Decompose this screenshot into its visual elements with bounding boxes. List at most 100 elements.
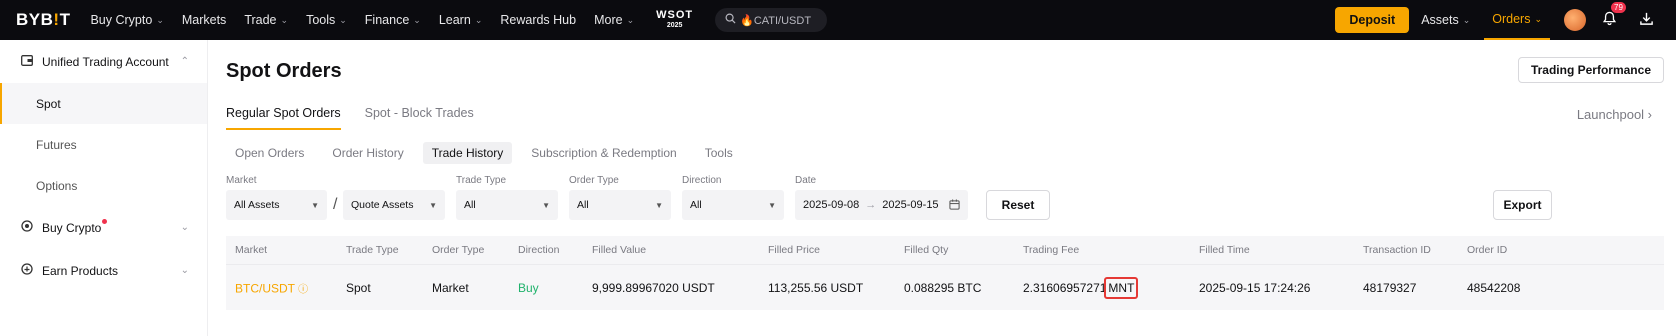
column-header-direction: Direction — [518, 244, 560, 256]
reset-button[interactable]: Reset — [986, 190, 1050, 220]
column-header-filled-time: Filled Time — [1199, 244, 1250, 256]
sidebar-item-options[interactable]: Options — [0, 165, 207, 206]
select-value: All — [690, 199, 702, 211]
nav-label: Buy Crypto — [90, 13, 153, 27]
date-range-arrow: → — [865, 199, 877, 211]
sidebar-item-futures[interactable]: Futures — [0, 124, 207, 165]
direction-label: Direction — [682, 175, 722, 186]
nav-label: More — [594, 13, 623, 27]
select-value: Quote Assets — [351, 199, 414, 211]
nav-markets[interactable]: Markets — [182, 13, 226, 27]
caret-down-icon: ▼ — [768, 200, 776, 210]
fee-amount: 2.31606957271 — [1023, 280, 1107, 295]
nav-label: Markets — [181, 13, 227, 27]
bybit-logo[interactable]: BYB! T — [16, 10, 70, 30]
column-header-filled-qty: Filled Qty — [904, 244, 949, 256]
chevron-down-icon: ⌄ — [339, 14, 347, 25]
subtab-order-history[interactable]: Order History — [323, 142, 412, 164]
info-circle-icon: ⓘ — [298, 284, 309, 295]
trade-history-table: Market Trade Type Order Type Direction F… — [226, 236, 1664, 310]
deposit-button[interactable]: Deposit — [1335, 7, 1410, 33]
fee-currency-highlight: MNT — [1104, 276, 1139, 299]
date-range-picker[interactable]: 2025-09-08 → 2025-09-15 — [795, 190, 968, 220]
caret-down-icon: ▼ — [429, 200, 437, 210]
filled-price-cell: 113,255.56 USDT — [768, 280, 864, 295]
nav-more[interactable]: More ⌄ — [594, 13, 634, 27]
chevron-down-icon: ⌄ — [474, 14, 483, 25]
orders-menu[interactable]: Orders ⌄ — [1484, 0, 1550, 40]
chevron-down-icon: ⌄ — [280, 14, 289, 25]
nav-label: Learn — [438, 13, 471, 27]
subtab-open-orders[interactable]: Open Orders — [226, 142, 313, 164]
wsot-2025-logo[interactable]: WSOT 2025 — [656, 9, 693, 30]
order-type-label: Order Type — [569, 175, 619, 186]
nav-buy-crypto[interactable]: Buy Crypto ⌄ — [90, 13, 163, 27]
page-title: Spot Orders — [226, 60, 342, 82]
top-navigation-bar: BYB! T Buy Crypto ⌄ Markets Trade ⌄ Tools ⌄ … — [0, 0, 1676, 40]
sidebar-item-buy-crypto[interactable]: Buy Crypto ⌄ — [0, 206, 207, 249]
launchpool-link[interactable]: Launchpool › — [1577, 107, 1652, 122]
tab-spot-block-trades[interactable]: Spot - Block Trades — [365, 106, 474, 130]
nav-label: Tools — [306, 13, 336, 27]
nav-learn[interactable]: Learn ⌄ — [439, 13, 483, 27]
trade-type-select[interactable]: All ▼ — [456, 190, 558, 220]
bell-icon[interactable]: 79 — [1602, 1, 1626, 30]
order-type-cell: Market — [432, 280, 469, 295]
column-header-market: Market — [235, 244, 268, 256]
calendar-icon — [949, 198, 960, 212]
column-header-trading-fee: Trading Fee — [1023, 244, 1080, 256]
coin-icon — [20, 220, 34, 235]
trade-type-cell: Spot — [346, 280, 371, 295]
quote-asset-select[interactable]: Quote Assets ▼ — [343, 190, 445, 220]
search-input[interactable]: 🔥CATI/USDT — [715, 8, 828, 32]
subtab-subscription-redemption[interactable]: Subscription & Redemption — [522, 142, 685, 164]
assets-menu[interactable]: Assets ⌄ — [1421, 13, 1470, 27]
pair-separator: / — [333, 196, 338, 213]
caret-down-icon: ▼ — [655, 200, 663, 210]
filter-bar: Market All Assets ▼ / Quote Assets ▼ Trade… — [226, 175, 1664, 223]
order-tabs: Regular Spot Orders Spot - Block Trades — [226, 106, 474, 130]
sidebar-item-unified-trading-account[interactable]: Unified Trading Account ⌃ — [0, 40, 207, 83]
nav-finance[interactable]: Finance ⌄ — [365, 13, 421, 27]
download-icon[interactable] — [1639, 11, 1654, 30]
date-to: 2025-09-15 — [882, 199, 939, 211]
market-pair-link[interactable]: BTC/USDT ⓘ — [235, 280, 308, 295]
caret-down-icon: ▼ — [542, 200, 550, 210]
select-value: All — [464, 199, 476, 211]
market-pair-text: BTC/USDT — [235, 281, 295, 295]
trading-performance-button[interactable]: Trading Performance — [1517, 57, 1664, 83]
sidebar: Unified Trading Account ⌃ Spot Futures O… — [0, 40, 208, 336]
avatar[interactable] — [1564, 9, 1586, 31]
sidebar-item-earn-products[interactable]: Earn Products ⌄ — [0, 249, 207, 292]
direction-select[interactable]: All ▼ — [682, 190, 784, 220]
base-asset-select[interactable]: All Assets ▼ — [226, 190, 327, 220]
nav-label: Trade — [244, 13, 277, 27]
column-header-trade-type: Trade Type — [346, 244, 399, 256]
column-header-filled-price: Filled Price — [768, 244, 820, 256]
tab-regular-spot-orders[interactable]: Regular Spot Orders — [226, 106, 341, 130]
chevron-down-icon: ⌄ — [180, 222, 189, 233]
transaction-id-cell: 48179327 — [1363, 280, 1417, 295]
chevron-down-icon: ⌄ — [180, 265, 189, 276]
logo-text-left: BYB — [16, 10, 54, 29]
logo-text-right: T — [59, 10, 71, 29]
filled-time-cell: 2025-09-15 17:24:26 — [1199, 280, 1311, 295]
order-type-select[interactable]: All ▼ — [569, 190, 671, 220]
nav-trade[interactable]: Trade ⌄ — [244, 13, 288, 27]
select-value: All Assets — [234, 199, 280, 211]
notification-badge: 79 — [1611, 1, 1626, 13]
subtab-trade-history[interactable]: Trade History — [422, 142, 513, 164]
direction-cell: Buy — [518, 280, 539, 295]
export-button[interactable]: Export — [1493, 190, 1552, 220]
table-row[interactable]: BTC/USDT ⓘ Spot Market Buy 9,999.8996702… — [226, 264, 1664, 310]
nav-tools[interactable]: Tools ⌄ — [306, 13, 347, 27]
chevron-down-icon: ⌄ — [413, 14, 421, 25]
market-filter-label: Market — [226, 175, 257, 186]
subtab-tools[interactable]: Tools — [696, 142, 742, 164]
sidebar-item-spot[interactable]: Spot — [0, 83, 207, 124]
trade-type-label: Trade Type — [456, 175, 507, 186]
wallet-icon — [20, 54, 34, 69]
column-header-transaction-id: Transaction ID — [1363, 244, 1431, 256]
nav-rewards-hub[interactable]: Rewards Hub — [500, 13, 576, 27]
order-id-cell: 48542208 — [1467, 280, 1521, 295]
